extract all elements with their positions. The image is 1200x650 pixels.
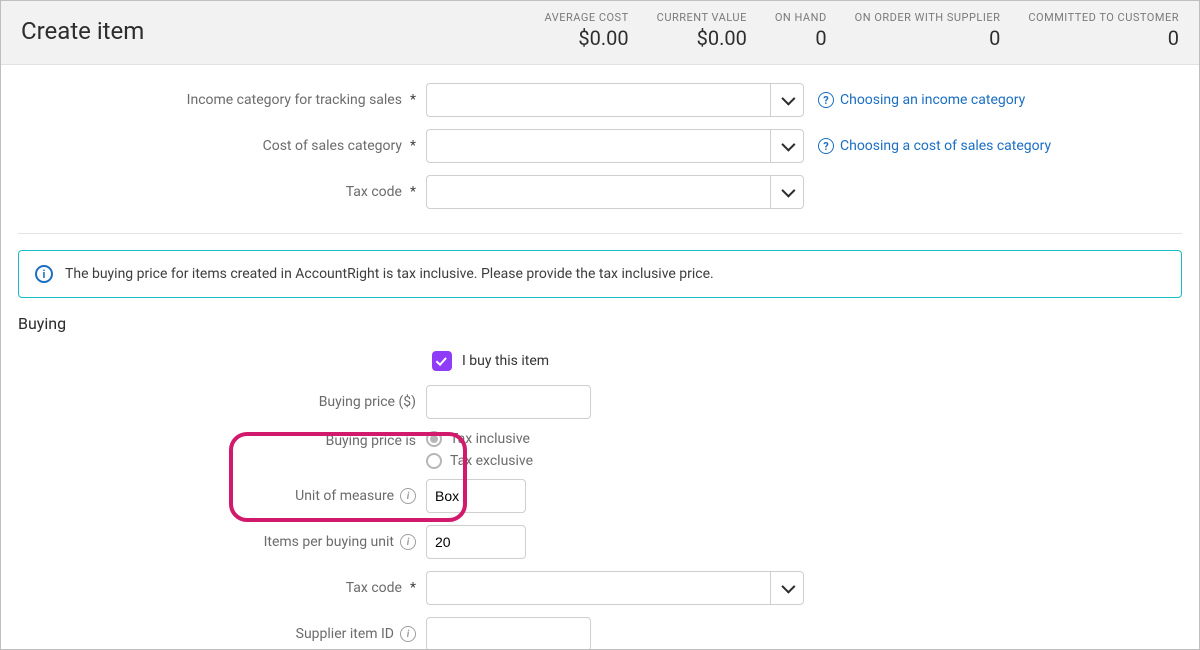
buying-price-input[interactable] bbox=[426, 385, 591, 419]
content-area: Income category for tracking sales * ? Ch… bbox=[1, 65, 1199, 650]
info-icon[interactable]: i bbox=[400, 534, 416, 550]
buying-heading: Buying bbox=[18, 314, 1182, 333]
label-buying-price-is: Buying price is bbox=[18, 431, 426, 449]
tax-code-top-input[interactable] bbox=[426, 175, 770, 209]
buying-price-is-options: Tax inclusive Tax exclusive bbox=[426, 431, 533, 469]
info-banner: i The buying price for items created in … bbox=[18, 250, 1182, 298]
income-category-input[interactable] bbox=[426, 83, 770, 117]
row-buying-price-is: Buying price is Tax inclusive Tax exclus… bbox=[18, 431, 1182, 469]
stat-value: $0.00 bbox=[545, 26, 629, 50]
stat-value: 0 bbox=[1028, 26, 1179, 50]
row-i-buy-this-item: I buy this item bbox=[432, 351, 1182, 371]
label-income-category: Income category for tracking sales * bbox=[18, 92, 426, 108]
stat-label: AVERAGE COST bbox=[545, 11, 629, 24]
required-marker: * bbox=[410, 138, 416, 154]
tax-code-buying-select[interactable] bbox=[426, 571, 804, 605]
label-supplier-item-id: Supplier item ID i bbox=[18, 626, 426, 642]
app-frame: Create item AVERAGE COST $0.00 CURRENT V… bbox=[0, 0, 1200, 650]
row-tax-code-top: Tax code * bbox=[18, 175, 1182, 209]
stat-value: $0.00 bbox=[657, 26, 747, 50]
stat-value: 0 bbox=[775, 26, 827, 50]
help-icon: ? bbox=[818, 138, 834, 154]
radio-icon bbox=[426, 431, 442, 447]
chevron-down-icon bbox=[781, 138, 795, 152]
cos-category-input[interactable] bbox=[426, 129, 770, 163]
info-banner-text: The buying price for items created in Ac… bbox=[65, 266, 714, 282]
help-icon: ? bbox=[818, 92, 834, 108]
stat-label: ON ORDER WITH SUPPLIER bbox=[855, 11, 1001, 24]
unit-of-measure-input[interactable] bbox=[426, 479, 526, 513]
label-text: Unit of measure bbox=[295, 488, 394, 504]
income-category-dropdown-button[interactable] bbox=[770, 83, 804, 117]
label-text: Cost of sales category bbox=[263, 138, 402, 154]
stat-committed: COMMITTED TO CUSTOMER 0 bbox=[1028, 11, 1179, 50]
info-icon[interactable]: i bbox=[400, 488, 416, 504]
row-income-category: Income category for tracking sales * ? Ch… bbox=[18, 83, 1182, 117]
header-stats: AVERAGE COST $0.00 CURRENT VALUE $0.00 O… bbox=[545, 11, 1180, 50]
tax-code-top-dropdown-button[interactable] bbox=[770, 175, 804, 209]
income-category-select[interactable] bbox=[426, 83, 804, 117]
label-items-per-unit: Items per buying unit i bbox=[18, 534, 426, 550]
chevron-down-icon bbox=[781, 92, 795, 106]
stat-average-cost: AVERAGE COST $0.00 bbox=[545, 11, 629, 50]
chevron-down-icon bbox=[781, 184, 795, 198]
label-tax-code-buying: Tax code * bbox=[18, 580, 426, 596]
label-cos-category: Cost of sales category * bbox=[18, 138, 426, 154]
check-icon bbox=[436, 355, 447, 366]
i-buy-this-item-checkbox[interactable] bbox=[432, 351, 452, 371]
section-divider bbox=[18, 233, 1182, 234]
label-text: Income category for tracking sales bbox=[187, 92, 402, 108]
stat-on-hand: ON HAND 0 bbox=[775, 11, 827, 50]
required-marker: * bbox=[410, 92, 416, 108]
row-items-per-unit: Items per buying unit i bbox=[18, 525, 1182, 559]
row-unit-of-measure: Unit of measure i bbox=[18, 479, 1182, 513]
help-link-text: Choosing a cost of sales category bbox=[840, 138, 1051, 154]
label-text: Buying price is bbox=[326, 433, 416, 449]
supplier-item-id-input[interactable] bbox=[426, 617, 591, 650]
page-title: Create item bbox=[21, 17, 144, 45]
label-tax-code-top: Tax code * bbox=[18, 184, 426, 200]
radio-tax-exclusive[interactable]: Tax exclusive bbox=[426, 453, 533, 469]
row-tax-code-buying: Tax code * bbox=[18, 571, 1182, 605]
page-header: Create item AVERAGE COST $0.00 CURRENT V… bbox=[1, 1, 1199, 65]
required-marker: * bbox=[410, 184, 416, 200]
info-icon: i bbox=[35, 265, 53, 283]
row-buying-price: Buying price ($) bbox=[18, 385, 1182, 419]
help-link-income-category[interactable]: ? Choosing an income category bbox=[818, 92, 1025, 108]
help-link-cos-category[interactable]: ? Choosing a cost of sales category bbox=[818, 138, 1051, 154]
label-text: Buying price ($) bbox=[319, 394, 416, 410]
radio-icon bbox=[426, 453, 442, 469]
info-icon[interactable]: i bbox=[400, 626, 416, 642]
label-unit-of-measure: Unit of measure i bbox=[18, 488, 426, 504]
label-text: Tax code bbox=[346, 580, 402, 596]
items-per-unit-input[interactable] bbox=[426, 525, 526, 559]
cos-category-dropdown-button[interactable] bbox=[770, 129, 804, 163]
tax-code-buying-dropdown-button[interactable] bbox=[770, 571, 804, 605]
stat-on-order: ON ORDER WITH SUPPLIER 0 bbox=[855, 11, 1001, 50]
form-panel: Income category for tracking sales * ? Ch… bbox=[18, 65, 1182, 650]
label-text: Supplier item ID bbox=[296, 626, 394, 642]
stat-current-value: CURRENT VALUE $0.00 bbox=[657, 11, 747, 50]
row-cos-category: Cost of sales category * ? Choosing a cos… bbox=[18, 129, 1182, 163]
row-supplier-item-id: Supplier item ID i bbox=[18, 617, 1182, 650]
radio-tax-inclusive[interactable]: Tax inclusive bbox=[426, 431, 533, 447]
label-buying-price: Buying price ($) bbox=[18, 394, 426, 410]
required-marker: * bbox=[410, 580, 416, 596]
tax-code-top-select[interactable] bbox=[426, 175, 804, 209]
label-text: Items per buying unit bbox=[264, 534, 394, 550]
radio-label: Tax exclusive bbox=[450, 453, 533, 469]
stat-label: COMMITTED TO CUSTOMER bbox=[1028, 11, 1179, 24]
help-link-text: Choosing an income category bbox=[840, 92, 1025, 108]
stat-value: 0 bbox=[855, 26, 1001, 50]
stat-label: CURRENT VALUE bbox=[657, 11, 747, 24]
tax-code-buying-input[interactable] bbox=[426, 571, 770, 605]
chevron-down-icon bbox=[781, 580, 795, 594]
radio-label: Tax inclusive bbox=[450, 431, 530, 447]
cos-category-select[interactable] bbox=[426, 129, 804, 163]
label-text: Tax code bbox=[346, 184, 402, 200]
stat-label: ON HAND bbox=[775, 11, 827, 24]
checkbox-label: I buy this item bbox=[462, 353, 549, 369]
